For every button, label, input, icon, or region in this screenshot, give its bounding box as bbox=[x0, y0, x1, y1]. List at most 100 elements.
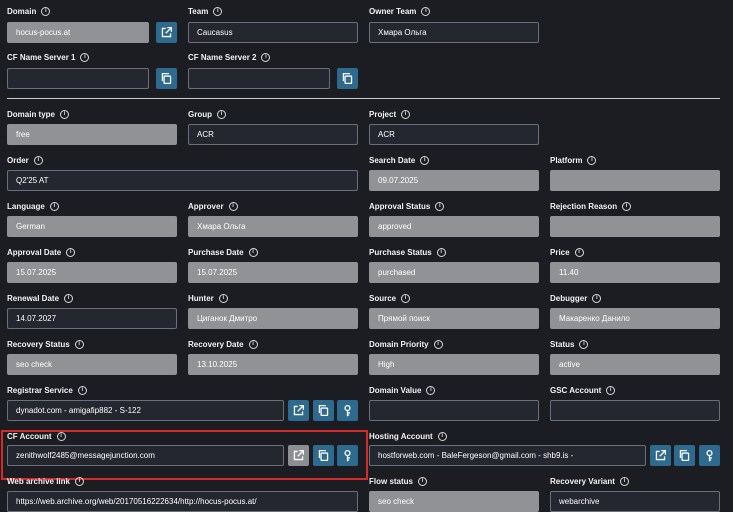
info-icon[interactable]: i bbox=[619, 477, 629, 486]
info-icon[interactable]: i bbox=[421, 7, 431, 16]
hunter-field: Циганок Дмитро bbox=[188, 308, 358, 329]
info-icon[interactable]: i bbox=[213, 7, 223, 16]
info-icon[interactable]: i bbox=[228, 202, 238, 211]
external-link-icon bbox=[161, 26, 173, 38]
renewal-date-label: Renewal Date i bbox=[7, 294, 74, 303]
section-divider bbox=[7, 98, 720, 99]
info-icon[interactable]: i bbox=[56, 432, 66, 441]
team-label: Team i bbox=[188, 7, 223, 16]
copy-cf-account-button[interactable] bbox=[313, 445, 334, 466]
gsc-account-label: GSC Account i bbox=[550, 386, 616, 395]
hosting-account-select[interactable]: hostforweb.com - BaleFergeson@gmail.com … bbox=[369, 445, 646, 466]
search-date-label: Search Date i bbox=[369, 156, 430, 165]
flow-status-field: seo check bbox=[369, 491, 539, 512]
copy-icon bbox=[318, 449, 329, 462]
info-icon[interactable]: i bbox=[426, 386, 436, 395]
renewal-date-input[interactable]: 14.07.2027 bbox=[7, 308, 177, 329]
info-icon[interactable]: i bbox=[41, 7, 51, 16]
info-icon[interactable]: i bbox=[64, 294, 74, 303]
recovery-variant-select[interactable]: webarchive bbox=[550, 491, 720, 512]
debugger-field: Макаренко Данило bbox=[550, 308, 720, 329]
info-icon[interactable]: i bbox=[80, 53, 90, 62]
domain-field: hocus-pocus.at bbox=[7, 22, 149, 43]
registrar-service-select[interactable]: dynadot.com - amigafip882 - S-122 bbox=[7, 400, 284, 421]
info-icon[interactable]: i bbox=[592, 294, 602, 303]
info-icon[interactable]: i bbox=[436, 248, 446, 257]
info-icon[interactable]: i bbox=[420, 156, 430, 165]
info-icon[interactable]: i bbox=[33, 156, 43, 165]
open-cf-account-button[interactable] bbox=[288, 445, 309, 466]
recovery-date-field: 13.10.2025 bbox=[188, 354, 358, 375]
cf-ns1-input[interactable] bbox=[7, 68, 149, 89]
open-domain-button[interactable] bbox=[156, 22, 177, 43]
info-icon[interactable]: i bbox=[74, 340, 84, 349]
team-select[interactable]: Caucasus bbox=[188, 22, 358, 43]
info-icon[interactable]: i bbox=[217, 110, 226, 119]
open-registrar-button[interactable] bbox=[288, 400, 309, 421]
copy-hosting-button[interactable] bbox=[674, 445, 695, 466]
price-label: Price i bbox=[550, 248, 584, 257]
copy-cf-ns2-button[interactable] bbox=[337, 68, 358, 89]
gsc-account-select[interactable] bbox=[550, 400, 720, 421]
flow-status-label: Flow status i bbox=[369, 477, 428, 486]
cf-ns2-input[interactable] bbox=[188, 68, 330, 89]
info-icon[interactable]: i bbox=[435, 202, 445, 211]
copy-icon bbox=[318, 404, 329, 417]
key-icon bbox=[344, 404, 351, 417]
copy-registrar-button[interactable] bbox=[313, 400, 334, 421]
recovery-status-label: Recovery Status i bbox=[7, 340, 84, 349]
domain-value-label: Domain Value i bbox=[369, 386, 436, 395]
project-label: Project i bbox=[369, 110, 411, 119]
status-label: Status i bbox=[550, 340, 589, 349]
approval-status-label: Approval Status i bbox=[369, 202, 445, 211]
owner-team-label: Owner Team i bbox=[369, 7, 431, 16]
domain-priority-label: Domain Priority i bbox=[369, 340, 443, 349]
copy-cf-ns1-button[interactable] bbox=[156, 68, 177, 89]
domain-value-input[interactable] bbox=[369, 400, 539, 421]
info-icon[interactable]: i bbox=[437, 432, 447, 441]
rejection-reason-label: Rejection Reason i bbox=[550, 202, 632, 211]
registrar-key-button[interactable] bbox=[337, 400, 358, 421]
info-icon[interactable]: i bbox=[75, 477, 84, 486]
info-icon[interactable]: i bbox=[606, 386, 616, 395]
info-icon[interactable]: i bbox=[574, 248, 584, 257]
copy-icon bbox=[679, 449, 690, 462]
info-icon[interactable]: i bbox=[248, 248, 258, 257]
cf-account-select[interactable]: zenithwolf2485@messagejunction.com bbox=[7, 445, 284, 466]
key-icon bbox=[706, 449, 713, 462]
info-icon[interactable]: i bbox=[401, 294, 411, 303]
status-field: active bbox=[550, 354, 720, 375]
domain-priority-field: High bbox=[369, 354, 539, 375]
hosting-key-button[interactable] bbox=[699, 445, 720, 466]
info-icon[interactable]: i bbox=[622, 202, 632, 211]
info-icon[interactable]: i bbox=[401, 110, 411, 119]
info-icon[interactable]: i bbox=[66, 248, 76, 257]
info-icon[interactable]: i bbox=[261, 53, 271, 62]
info-icon[interactable]: i bbox=[433, 340, 443, 349]
copy-icon bbox=[161, 72, 172, 85]
info-icon[interactable]: i bbox=[579, 340, 589, 349]
info-icon[interactable]: i bbox=[587, 156, 597, 165]
purchase-date-label: Purchase Date i bbox=[188, 248, 258, 257]
info-icon[interactable]: i bbox=[418, 477, 428, 486]
key-icon bbox=[344, 449, 351, 462]
purchase-status-label: Purchase Status i bbox=[369, 248, 446, 257]
owner-team-select[interactable]: Хмара Ольга bbox=[369, 22, 539, 43]
info-icon[interactable]: i bbox=[49, 202, 59, 211]
approval-date-field: 15.07.2025 bbox=[7, 262, 177, 283]
order-label: Order i bbox=[7, 156, 43, 165]
info-icon[interactable]: i bbox=[77, 386, 87, 395]
open-hosting-button[interactable] bbox=[650, 445, 671, 466]
order-select[interactable]: Q2'25 AT bbox=[7, 170, 358, 191]
recovery-date-label: Recovery Date i bbox=[188, 340, 258, 349]
approver-label: Approver i bbox=[188, 202, 238, 211]
info-icon[interactable]: i bbox=[218, 294, 228, 303]
project-select[interactable]: ACR bbox=[369, 124, 539, 145]
info-icon[interactable]: i bbox=[248, 340, 258, 349]
web-archive-link-input[interactable]: https://web.archive.org/web/201705162226… bbox=[7, 491, 358, 512]
rejection-reason-field bbox=[550, 216, 720, 237]
info-icon[interactable]: i bbox=[60, 110, 70, 119]
web-archive-link-label: Web archive link i bbox=[7, 477, 84, 486]
cf-account-key-button[interactable] bbox=[337, 445, 358, 466]
group-select[interactable]: ACR bbox=[188, 124, 358, 145]
